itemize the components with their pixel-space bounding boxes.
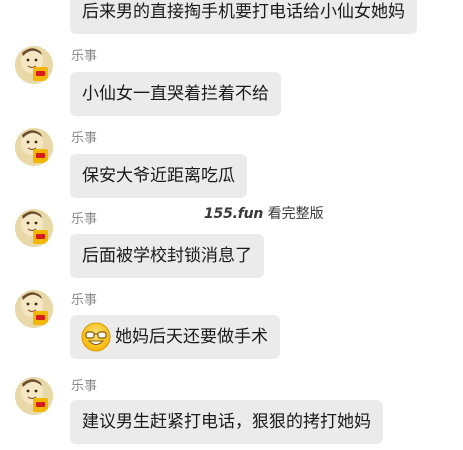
message-bubble[interactable]: 后面被学校封锁消息了 <box>70 234 264 278</box>
message-text: 她妈后天还要做手术 <box>115 327 268 347</box>
avatar[interactable] <box>15 377 53 415</box>
avatar[interactable] <box>15 128 53 166</box>
sender-name: 乐事 <box>71 212 98 227</box>
message-text: 小仙女一直哭着拦着不给 <box>82 84 269 104</box>
smiling-face-glasses-emoji <box>81 322 111 352</box>
avatar-image <box>15 209 53 247</box>
chat-conversation[interactable]: 后来男的直接掏手机要打电话给小仙女她妈 乐事 小仙女一直哭着拦着不给 乐事 保安… <box>0 0 463 450</box>
message-bubble[interactable]: 她妈后天还要做手术 <box>70 315 280 359</box>
sender-name: 乐事 <box>71 131 98 146</box>
message-text: 后面被学校封锁消息了 <box>82 246 252 266</box>
message-text: 保安大爷近距离吃瓜 <box>82 166 235 186</box>
avatar-image <box>15 46 53 84</box>
sender-name: 乐事 <box>71 293 98 308</box>
message-bubble[interactable]: 保安大爷近距离吃瓜 <box>70 154 247 198</box>
avatar-image <box>15 377 53 415</box>
sender-name: 乐事 <box>71 49 98 64</box>
watermark: 155.fun 看完整版 <box>204 203 324 223</box>
message-bubble[interactable]: 小仙女一直哭着拦着不给 <box>70 72 281 116</box>
avatar[interactable] <box>15 290 53 328</box>
watermark-label: 看完整版 <box>267 206 324 222</box>
avatar-image <box>15 290 53 328</box>
message-text: 后来男的直接掏手机要打电话给小仙女她妈 <box>82 2 405 22</box>
watermark-domain: 155.fun <box>204 206 264 222</box>
avatar[interactable] <box>15 46 53 84</box>
message-text: 建议男生赶紧打电话，狠狠的拷打她妈 <box>82 412 371 432</box>
message-bubble[interactable]: 后来男的直接掏手机要打电话给小仙女她妈 <box>70 0 417 34</box>
avatar[interactable] <box>15 209 53 247</box>
message-bubble[interactable]: 建议男生赶紧打电话，狠狠的拷打她妈 <box>70 400 383 444</box>
sender-name: 乐事 <box>71 379 98 394</box>
avatar-image <box>15 128 53 166</box>
